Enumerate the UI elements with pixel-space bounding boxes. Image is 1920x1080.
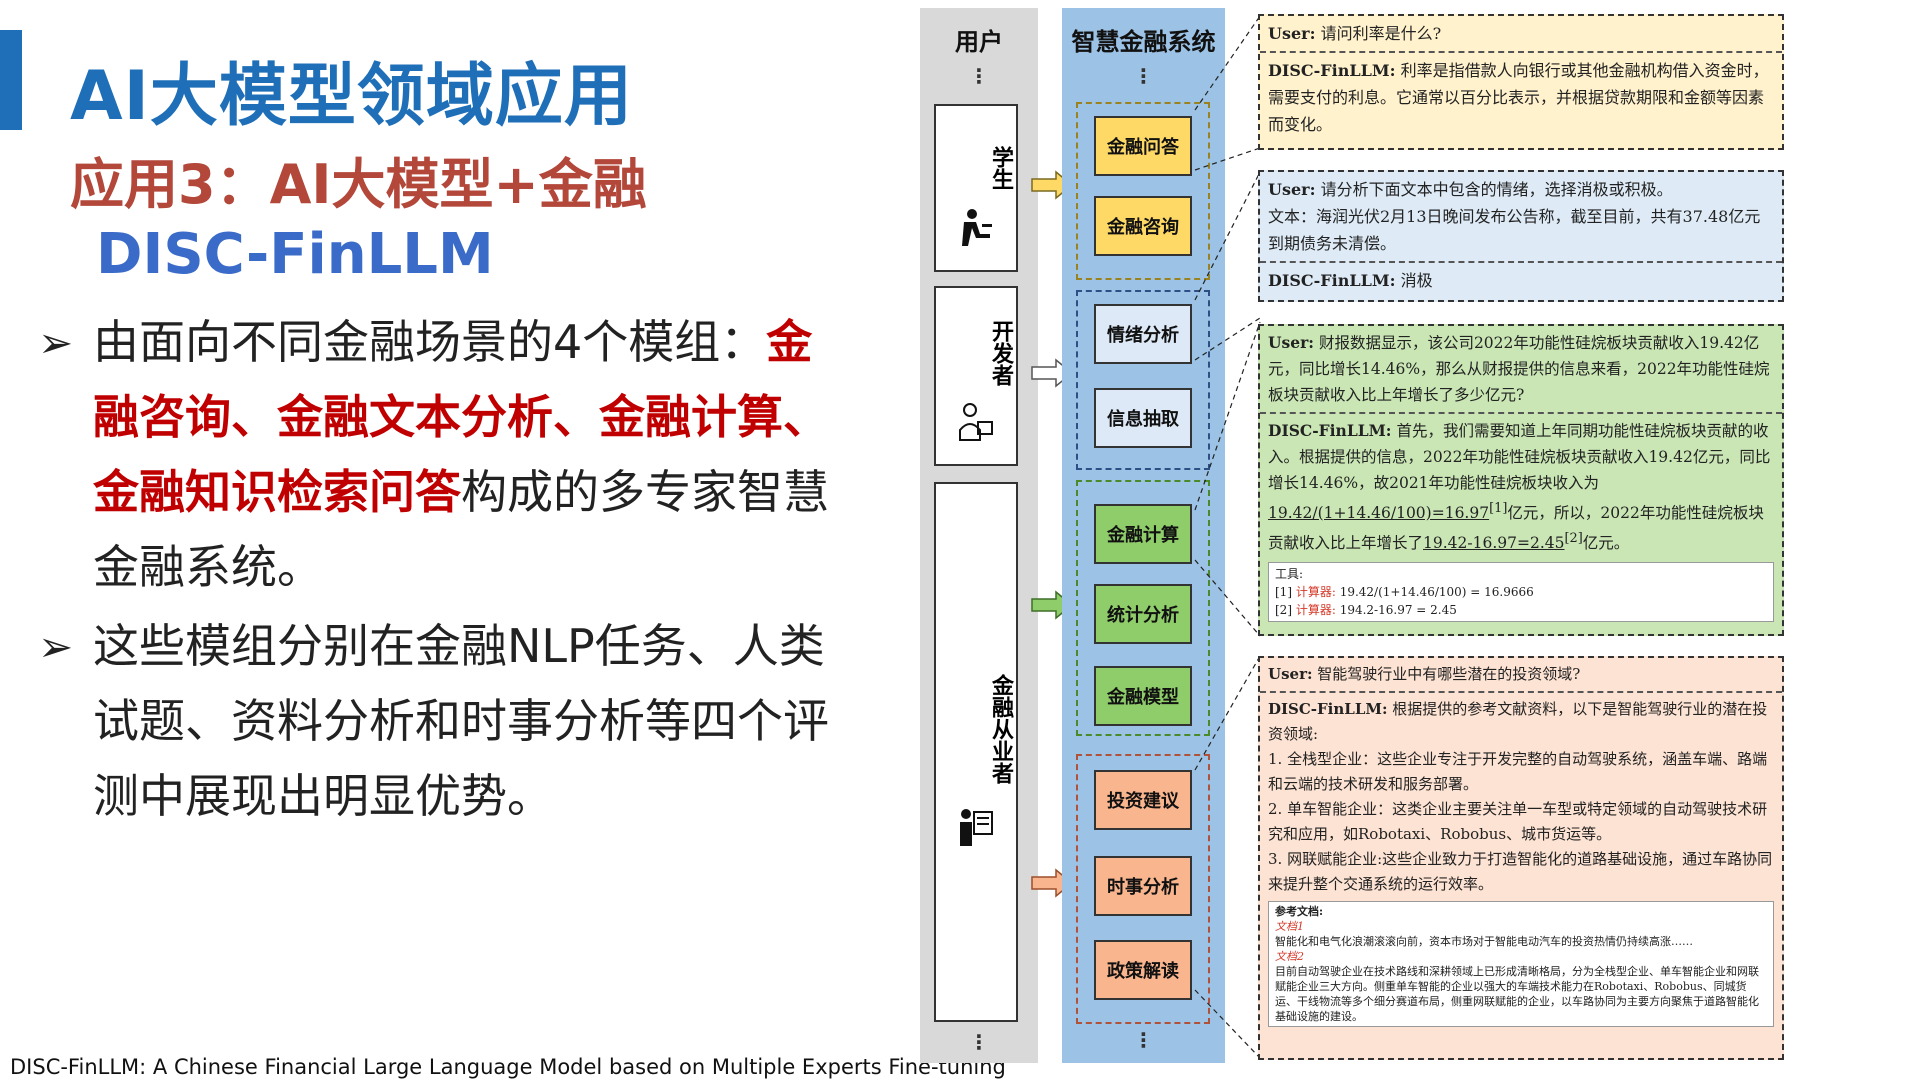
bot-label: DISC-FinLLM:	[1268, 700, 1388, 718]
module-statistical-analysis: 统计分析	[1094, 584, 1192, 644]
bot-text: 消极	[1400, 271, 1433, 290]
bullet-item: ➢ 这些模组分别在金融NLP任务、人类试题、资料分析和时事分析等四个评测中展现出…	[38, 609, 858, 834]
user-message: User: 智能驾驶行业中有哪些潜在的投资领域?	[1268, 662, 1774, 687]
divider	[1260, 261, 1782, 263]
bullet-text: 这些模组分别在金融NLP任务、人类试题、资料分析和时事分析等四个评测中展现出明显…	[93, 609, 853, 834]
user-message: User: 请分析下面文本中包含的情绪，选择消极或积极。	[1268, 176, 1774, 203]
ref-name: 文档2	[1275, 950, 1304, 963]
module-info-extraction: 信息抽取	[1094, 388, 1192, 448]
formula: 19.42-16.97=2.45	[1423, 534, 1565, 553]
system-column: 智慧金融系统 ⋮ 金融问答 金融咨询 情绪分析 信息抽取 金融计算 统计分析 金…	[1062, 8, 1225, 1063]
bot-text: 亿元。	[1582, 534, 1630, 553]
bot-message: DISC-FinLLM: 根据提供的参考文献资料，以下是智能驾驶行业的潜在投资领…	[1268, 697, 1774, 747]
tool-name: 计算器:	[1295, 585, 1336, 600]
tool-id: [2]	[1275, 603, 1292, 618]
example-panel-retrieval: User: 智能驾驶行业中有哪些潜在的投资领域? DISC-FinLLM: 根据…	[1258, 656, 1784, 1060]
module-financial-model: 金融模型	[1094, 666, 1192, 726]
reference-docs-box: 参考文档: 文档1 智能化和电气化浪潮滚滚向前，资本市场对于智能电动汽车的投资热…	[1268, 901, 1774, 1027]
bot-label: DISC-FinLLM:	[1268, 61, 1396, 80]
slide-subtitle: 应用3：AI大模型+金融	[70, 153, 647, 216]
ellipsis: ⋮	[969, 1030, 989, 1054]
module-financial-consult: 金融咨询	[1094, 196, 1192, 256]
user-label: 学生	[988, 146, 1013, 190]
divider	[1260, 412, 1782, 414]
module-financial-calc: 金融计算	[1094, 504, 1192, 564]
module-investment-advice: 投资建议	[1094, 770, 1192, 830]
user-label: 开发者	[988, 320, 1013, 386]
user-professional: 金融从业者	[934, 482, 1018, 1022]
divider	[1260, 51, 1782, 53]
user-column-title: 用户	[955, 28, 1003, 56]
ellipsis: ⋮	[1133, 1028, 1154, 1052]
user-label: User:	[1268, 665, 1313, 683]
arrow-bullet-icon: ➢	[38, 622, 74, 671]
user-label: User:	[1268, 180, 1316, 199]
developer-icon	[936, 400, 1016, 451]
bullet-part: 由面向不同金融场景的4个模组：	[93, 315, 767, 369]
user-label: 金融从业者	[988, 674, 1013, 784]
tool-expr: 19.42/(1+14.46/100) = 16.9666	[1339, 585, 1534, 600]
answer-item: 1. 全栈型企业：这些企业专注于开发完整的自动驾驶系统，涵盖车端、路端和云端的技…	[1268, 750, 1768, 793]
module-policy-interpretation: 政策解读	[1094, 940, 1192, 1000]
ref-text: 智能化和电气化浪潮滚滚向前，资本市场对于智能电动汽车的投资热情仍持续高涨……	[1275, 935, 1693, 948]
ellipsis: ⋮	[1133, 64, 1154, 88]
example-panel-calculation: User: 财报数据显示，该公司2022年功能性硅烷板块贡献收入19.42亿元，…	[1258, 324, 1784, 636]
user-label: User:	[1268, 24, 1316, 43]
source-text: 文本：海润光伏2月13日晚间发布公告称，截至目前，共有37.48亿元到期债务未清…	[1268, 207, 1761, 253]
system-column-title: 智慧金融系统	[1071, 28, 1216, 56]
answer-item: 2. 单车智能企业：这类企业主要关注单一车型或特定领域的自动驾驶技术研究和应用，…	[1268, 800, 1768, 843]
tool-id: [1]	[1275, 585, 1292, 600]
arrow-bullet-icon: ➢	[38, 318, 74, 367]
tools-title: 工具:	[1275, 567, 1304, 582]
bot-label: DISC-FinLLM:	[1268, 271, 1396, 290]
user-text: 请问利率是什么?	[1320, 24, 1442, 43]
answer-item: 3. 网联赋能企业:这些企业致力于打造智能化的道路基础设施，通过车路协同来提升整…	[1268, 850, 1773, 893]
module-sentiment-analysis: 情绪分析	[1094, 304, 1192, 364]
tool-name: 计算器:	[1295, 603, 1336, 618]
divider	[1260, 691, 1782, 693]
professional-icon	[936, 804, 1016, 859]
user-text: 财报数据显示，该公司2022年功能性硅烷板块贡献收入19.42亿元，同比增长14…	[1268, 334, 1770, 404]
tool-ref: [2]	[1564, 531, 1583, 547]
user-text: 智能驾驶行业中有哪些潜在的投资领域?	[1317, 665, 1581, 683]
user-label: User:	[1268, 333, 1314, 352]
formula: 19.42/(1+14.46/100)=16.97	[1268, 504, 1490, 523]
student-icon	[936, 206, 1016, 257]
module-current-affairs: 时事分析	[1094, 856, 1192, 916]
user-message: User: 请问利率是什么?	[1268, 20, 1774, 47]
user-message: User: 财报数据显示，该公司2022年功能性硅烷板块贡献收入19.42亿元，…	[1268, 330, 1774, 408]
tool-expr: 194.2-16.97 = 2.45	[1339, 603, 1457, 618]
example-panel-sentiment: User: 请分析下面文本中包含的情绪，选择消极或积极。 文本：海润光伏2月13…	[1258, 170, 1784, 302]
model-name: DISC-FinLLM	[96, 222, 494, 287]
bot-message: DISC-FinLLM: 首先，我们需要知道上年同期功能性硅烷板块贡献的收入。根…	[1268, 418, 1774, 556]
bullet-list: ➢ 由面向不同金融场景的4个模组：金融咨询、金融文本分析、金融计算、金融知识检索…	[38, 305, 858, 838]
ellipsis: ⋮	[969, 64, 989, 88]
user-student: 学生	[934, 104, 1018, 272]
bot-label: DISC-FinLLM:	[1268, 421, 1392, 440]
tool-line: [1] 计算器: 19.42/(1+14.46/100) = 16.9666	[1275, 583, 1767, 601]
example-panel-qa: User: 请问利率是什么? DISC-FinLLM: 利率是指借款人向银行或其…	[1258, 14, 1784, 150]
ref-text: 目前自动驾驶企业在技术路线和深耕领域上已形成清晰格局，分为全栈型企业、单车智能企…	[1275, 965, 1759, 1023]
bullet-part: 这些模组分别在金融NLP任务、人类试题、资料分析和时事分析等四个评测中展现出明显…	[93, 619, 829, 823]
slide-title: AI大模型领域应用	[70, 57, 633, 136]
citation-footnote: DISC-FinLLM: A Chinese Financial Large L…	[10, 1055, 1006, 1079]
bot-message: DISC-FinLLM: 利率是指借款人向银行或其他金融机构借入资金时，需要支付…	[1268, 57, 1774, 138]
tool-ref: [1]	[1489, 501, 1508, 516]
bullet-item: ➢ 由面向不同金融场景的4个模组：金融咨询、金融文本分析、金融计算、金融知识检索…	[38, 305, 858, 605]
user-developer: 开发者	[934, 286, 1018, 466]
bullet-text: 由面向不同金融场景的4个模组：金融咨询、金融文本分析、金融计算、金融知识检索问答…	[93, 305, 853, 605]
accent-bar	[0, 30, 22, 130]
user-column: 用户 ⋮ 学生 开发者 金融从业者 ⋮	[920, 8, 1038, 1063]
module-financial-qa: 金融问答	[1094, 116, 1192, 176]
refs-title: 参考文档:	[1275, 905, 1324, 918]
user-text: 请分析下面文本中包含的情绪，选择消极或积极。	[1320, 180, 1673, 199]
tool-line: [2] 计算器: 194.2-16.97 = 2.45	[1275, 601, 1767, 619]
bot-message: DISC-FinLLM: 消极	[1268, 267, 1774, 294]
ref-name: 文档1	[1275, 920, 1304, 933]
tools-box: 工具: [1] 计算器: 19.42/(1+14.46/100) = 16.96…	[1268, 562, 1774, 623]
